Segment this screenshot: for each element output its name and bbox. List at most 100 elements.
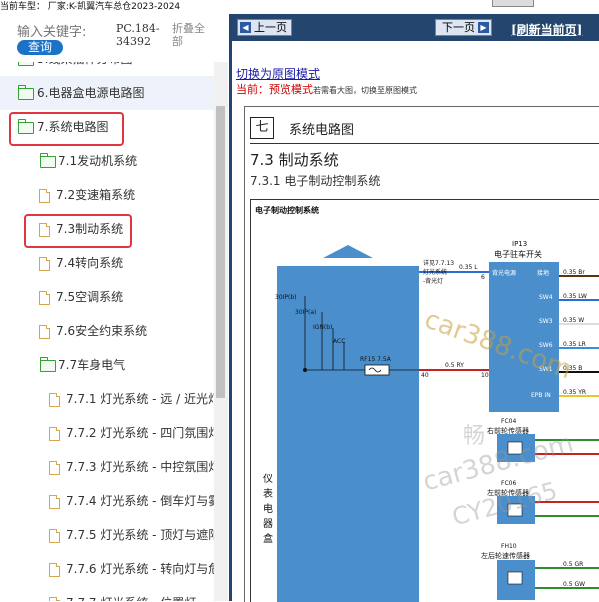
diagram-label: SW4 (539, 294, 553, 301)
mode-label: 当前： (236, 83, 269, 96)
page-nav-bar: ◀ 上一页 下一页 ▶ [刷新当前页] (232, 14, 599, 41)
tree-item[interactable]: 7.7.4 灯光系统 - 倒车灯与雾灯 (0, 484, 214, 518)
diagram-label: 0.35 Br (563, 269, 585, 276)
file-icon (49, 528, 61, 543)
section-divider (250, 143, 599, 144)
diagram-label: 0.35 LW (563, 293, 587, 300)
current-model-text: 当前车型： 厂家:K-凯翼汽车总仓2023-2024 (0, 2, 181, 12)
folder-open-icon (39, 357, 56, 372)
switch-original-mode-link[interactable]: 切换为原图模式 (236, 65, 320, 82)
tree-item[interactable]: 7.7.6 灯光系统 - 转向灯与危险警告灯 (0, 552, 214, 586)
tree-item[interactable]: 7.7.1 灯光系统 - 远 / 近光灯 (0, 382, 214, 416)
fold-all-button[interactable]: 折叠全部 (172, 22, 212, 48)
tree-item[interactable]: 7.7.3 灯光系统 - 中控氛围灯 (0, 450, 214, 484)
folder-icon (39, 153, 56, 168)
diagram-label: IGN(b) (313, 324, 333, 331)
diagram-label: 0.5 GR (563, 561, 584, 568)
tree-item[interactable]: 7.1发动机系统 (0, 144, 214, 178)
diagram-label: 接地 (537, 270, 550, 277)
prev-page-label: 上一页 (254, 21, 287, 34)
highlight-box (9, 112, 124, 146)
folder-icon (18, 62, 34, 66)
cluster-box (277, 266, 419, 602)
file-icon (49, 596, 61, 601)
diagram-label: 0.5 GW (563, 581, 586, 588)
diagram-label: RF15 7.5A (360, 356, 391, 363)
document-page: 七 系统电路图 7.3 制动系统 7.3.1 电子制动控制系统 电子制动控制系统 (244, 106, 599, 602)
diagram-label: 左后轮速传感器 (481, 552, 530, 560)
mode-note: 若需看大图，切换至原图模式 (313, 86, 417, 95)
file-icon (39, 256, 51, 271)
diagram-label: 仪表电器盒 (263, 474, 273, 545)
tree-item[interactable]: 7.7.2 灯光系统 - 四门氛围灯 (0, 416, 214, 450)
next-page-button[interactable]: 下一页 ▶ (435, 19, 492, 36)
watermark: 畅 (463, 424, 486, 449)
file-icon (39, 188, 51, 203)
diagram-label: SW3 (539, 318, 553, 325)
refresh-page-link[interactable]: [刷新当前页] (511, 21, 582, 38)
diagram-label: 0.35 LR (563, 341, 586, 348)
file-icon (49, 460, 61, 475)
top-status-bar: 当前车型： 厂家:K-凯翼汽车总仓2023-2024 (0, 0, 599, 14)
diagram-label: 灯光系统 (423, 269, 448, 276)
diagram-label: 右前轮传感器 (487, 427, 529, 435)
tree-item[interactable]: 7.2变速箱系统 (0, 178, 214, 212)
page-heading: 7.3 制动系统 (250, 151, 339, 169)
tree-item[interactable]: 7.6安全约束系统 (0, 314, 214, 348)
diagram-label: EPB IN (531, 392, 551, 399)
prev-page-button[interactable]: ◀ 上一页 (237, 19, 292, 36)
file-icon (49, 392, 61, 407)
tree-item[interactable]: 5.线束插件分布图 (0, 62, 214, 76)
cluster-arrow-icon (323, 245, 373, 258)
tree-item[interactable]: 6.电器盒电源电路图 (0, 76, 214, 110)
scrollbar-thumb[interactable] (216, 106, 225, 398)
tree-item[interactable]: 7.7.5 灯光系统 - 顶灯与遮阳板灯 (0, 518, 214, 552)
left-panel: 查询 PC.184-34392 折叠全部 5.线束插件分布图 6.电器盒电源电路… (0, 14, 229, 601)
fuse-icon (364, 364, 390, 376)
diagram-label: ACC (333, 338, 346, 345)
highlight-box (24, 214, 132, 248)
tree-item[interactable]: 7.5空调系统 (0, 280, 214, 314)
folder-icon (17, 85, 34, 100)
tree-item[interactable]: 7.4转向系统 (0, 246, 214, 280)
page-subheading: 7.3.1 电子制动控制系统 (250, 174, 381, 188)
diagram-label: IP13 (512, 240, 528, 248)
circuit-diagram: 电子制动控制系统 详见7.7.13 灯光系统 -背光灯 IP13 电子驻车开关 … (250, 199, 599, 602)
section-title: 系统电路图 (289, 123, 355, 138)
diagram-label: 40 (421, 372, 429, 379)
diagram-label: 30IP(b) (275, 294, 297, 301)
mode-status: 当前：预览模式若需看大图，切换至原图模式 (236, 81, 417, 97)
section-number: 七 (250, 117, 274, 139)
diagram-label: 0.35 L (459, 264, 478, 271)
tree-scrollbar[interactable] (214, 62, 228, 601)
diagram-label: 30IP(a) (295, 309, 317, 316)
file-icon (39, 324, 51, 339)
diagram-label: 详见7.7.13 (423, 260, 455, 267)
diagram-label: -背光灯 (423, 278, 444, 285)
diagram-label: FC04 (501, 418, 517, 425)
diagram-label: 0.35 YR (563, 389, 587, 396)
tree-item[interactable]: 7.7车身电气 (0, 348, 214, 382)
login-button-fragment[interactable] (492, 0, 534, 7)
file-icon (39, 290, 51, 305)
search-bar: 查询 PC.184-34392 折叠全部 (0, 14, 229, 62)
diagram-label: 0.5 RY (445, 362, 464, 369)
arrow-left-icon: ◀ (240, 22, 251, 33)
file-icon (49, 426, 61, 441)
diagram-label: 6 (481, 274, 485, 281)
diagram-label: 背光电源 (492, 270, 517, 277)
diagram-label: FH10 (501, 543, 517, 550)
file-icon (49, 562, 61, 577)
diagram-label: 0.35 W (563, 317, 585, 324)
file-icon (49, 494, 61, 509)
tree-item[interactable]: 7.7.7 灯光系统 - 位置灯 (0, 586, 214, 601)
search-input[interactable] (17, 23, 112, 41)
arrow-right-icon: ▶ (478, 22, 489, 33)
mode-current: 预览模式 (269, 83, 313, 96)
catalog-tree: 5.线束插件分布图 6.电器盒电源电路图 7.系统电路图 7.1发动机系统 7.… (0, 62, 214, 601)
part-code: PC.184-34392 (116, 22, 160, 48)
next-page-label: 下一页 (442, 21, 475, 34)
search-button[interactable]: 查询 (17, 40, 63, 55)
diagram-label: 电子驻车开关 (494, 250, 542, 259)
diagram-label: 10 (481, 372, 489, 379)
